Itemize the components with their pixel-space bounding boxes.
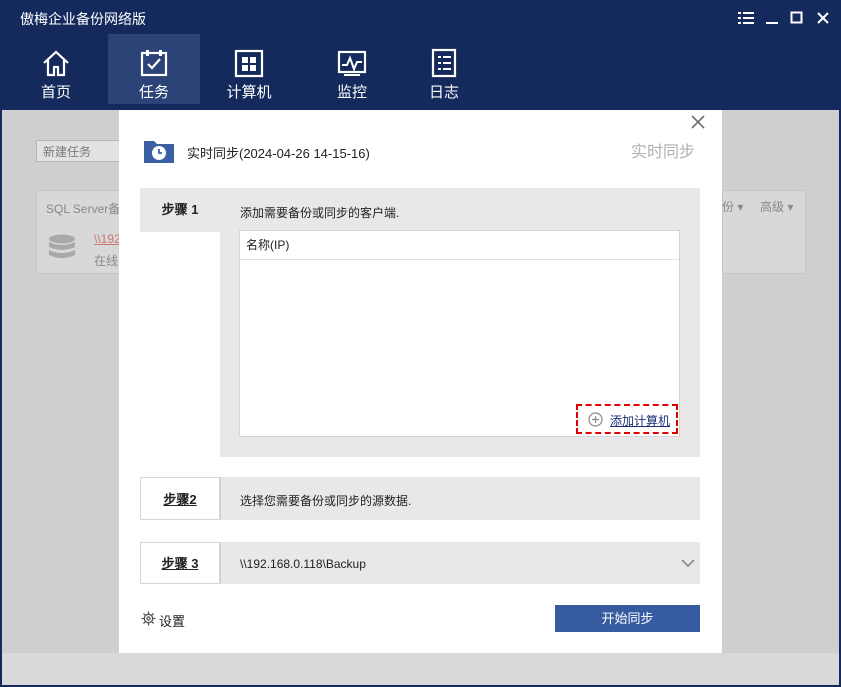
advanced-column-label: 高级 bbox=[760, 200, 785, 214]
nav-label-monitor: 监控 bbox=[336, 84, 367, 101]
computer-icon bbox=[234, 49, 264, 78]
nav-item-log[interactable]: 日志 bbox=[398, 34, 490, 104]
step2-description: 选择您需要备份或同步的源数据. bbox=[240, 494, 412, 508]
minimize-icon[interactable] bbox=[762, 8, 782, 28]
new-task-button: 新建任务 bbox=[36, 140, 126, 162]
main-nav: 首页 任务 计算机 监控 日志 bbox=[0, 34, 841, 110]
advanced-column-header: 高级 ▾ bbox=[760, 200, 794, 214]
nav-item-monitor[interactable]: 监控 bbox=[306, 34, 398, 104]
nav-label-task: 任务 bbox=[138, 84, 169, 101]
dialog-title: 实时同步(2024-04-26 14-15-16) bbox=[187, 146, 370, 161]
monitor-icon bbox=[337, 50, 367, 76]
sql-server-label: SQL Server备 bbox=[46, 202, 121, 216]
step2-tab[interactable]: 步骤2 bbox=[140, 477, 220, 520]
maximize-icon[interactable] bbox=[787, 8, 807, 28]
add-circle-icon bbox=[588, 412, 603, 427]
online-status: 在线 bbox=[94, 254, 119, 268]
step1-description: 添加需要备份或同步的客户端. bbox=[240, 206, 400, 220]
task-icon bbox=[140, 50, 168, 77]
start-sync-button[interactable]: 开始同步 bbox=[555, 605, 700, 632]
nav-item-home[interactable]: 首页 bbox=[10, 34, 102, 104]
add-computer-label: 添加计算机 bbox=[610, 414, 671, 428]
title-bar: 傲梅企业备份网络版 bbox=[0, 0, 841, 34]
add-computer-button[interactable]: 添加计算机 bbox=[576, 404, 678, 434]
app-title: 傲梅企业备份网络版 bbox=[20, 11, 146, 27]
backup-column-label: 份 bbox=[722, 200, 735, 214]
nav-item-computer[interactable]: 计算机 bbox=[203, 34, 295, 104]
settings-label: 设置 bbox=[159, 614, 186, 629]
nav-label-computer: 计算机 bbox=[226, 84, 272, 101]
nav-label-home: 首页 bbox=[40, 84, 71, 101]
nav-item-task[interactable]: 任务 bbox=[108, 34, 200, 104]
status-bar bbox=[2, 653, 839, 685]
name-ip-column-header: 名称(IP) bbox=[240, 231, 679, 260]
log-icon bbox=[431, 48, 457, 78]
step1-tab[interactable]: 步骤 1 bbox=[140, 188, 220, 232]
close-icon[interactable] bbox=[813, 8, 833, 28]
step3-tab[interactable]: 步骤 3 bbox=[140, 542, 220, 584]
chevron-down-icon[interactable] bbox=[681, 558, 695, 568]
backup-column-header: 份 ▾ bbox=[722, 200, 744, 214]
gear-icon bbox=[141, 611, 156, 626]
database-icon bbox=[49, 234, 75, 258]
server-link: \\192 bbox=[94, 232, 121, 246]
dialog-close-icon[interactable] bbox=[690, 114, 706, 130]
dialog-mode-title: 实时同步 bbox=[631, 144, 696, 161]
nav-label-log: 日志 bbox=[428, 84, 459, 101]
destination-path: \\192.168.0.118\Backup bbox=[240, 557, 366, 571]
home-icon bbox=[43, 50, 69, 77]
sync-folder-icon bbox=[144, 141, 174, 163]
menu-icon[interactable] bbox=[736, 8, 756, 28]
